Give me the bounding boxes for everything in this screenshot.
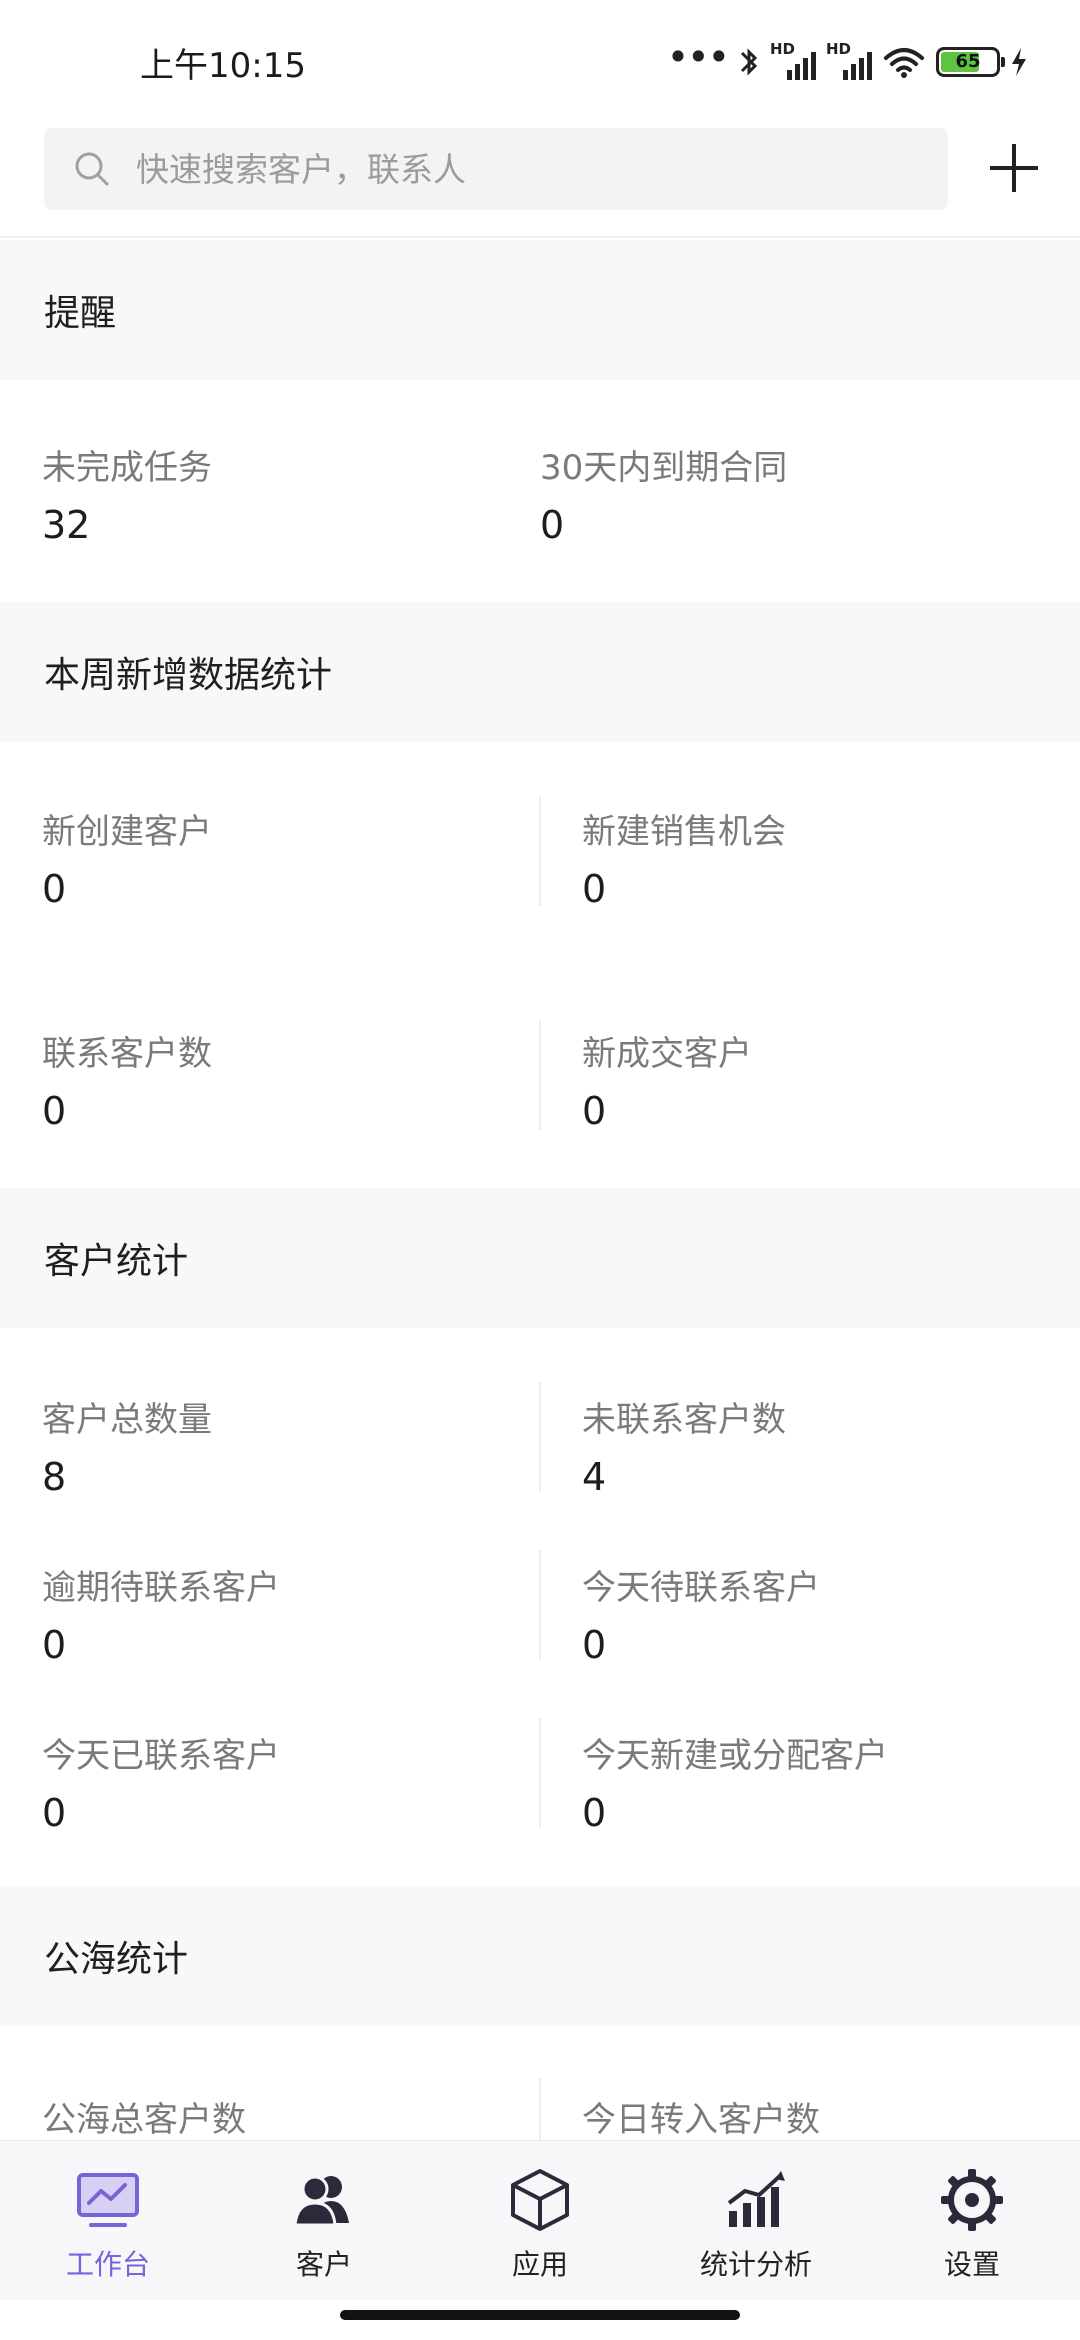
status-time: 上午10:15	[140, 46, 306, 86]
nav-label: 客户	[295, 2248, 352, 2281]
stat-new-opportunities[interactable]: 新建销售机会 0	[582, 804, 786, 911]
section-title: 公海统计	[44, 1939, 189, 1980]
section-title: 本周新增数据统计	[44, 655, 333, 696]
stat-value: 0	[42, 1089, 67, 1133]
stat-value: 32	[42, 503, 91, 547]
bottom-nav: 工作台 客户 应用 统计分析 设置	[0, 2140, 1080, 2300]
stat-label: 新创建客户	[42, 812, 212, 852]
section-header-public-pool: 公海统计	[0, 1886, 1080, 2026]
bar-chart-icon	[727, 2171, 785, 2227]
stat-overdue-contact[interactable]: 逾期待联系客户 0	[42, 1560, 280, 1667]
stat-label: 30天内到期合同	[540, 448, 788, 488]
nav-item-workbench[interactable]: 工作台	[0, 2141, 216, 2300]
search-bar[interactable]	[44, 128, 948, 210]
stat-new-deals[interactable]: 新成交客户 0	[582, 1026, 752, 1133]
battery-icon: 65	[936, 47, 1005, 77]
battery-level: 65	[955, 51, 981, 72]
stat-value: 4	[582, 1455, 607, 1499]
stat-value: 0	[42, 867, 67, 911]
home-indicator[interactable]	[340, 2310, 740, 2320]
nav-label: 工作台	[65, 2248, 150, 2281]
search-icon	[75, 152, 109, 186]
section-header-reminders: 提醒	[0, 240, 1080, 380]
column-divider	[539, 1020, 541, 1130]
stat-label: 今天新建或分配客户	[582, 1736, 888, 1776]
stat-value: 8	[42, 1455, 67, 1499]
column-divider	[539, 2078, 541, 2140]
search-input[interactable]	[136, 149, 896, 189]
stat-label: 客户总数量	[42, 1400, 212, 1440]
stat-label: 逾期待联系客户	[42, 1568, 280, 1608]
nav-item-settings[interactable]: 设置	[864, 2141, 1080, 2300]
stat-unfinished-tasks[interactable]: 未完成任务 32	[42, 440, 212, 547]
stat-today-contacted[interactable]: 今天已联系客户 0	[42, 1728, 280, 1835]
stat-label: 新建销售机会	[582, 812, 786, 852]
nav-item-customers[interactable]: 客户	[216, 2141, 432, 2300]
stat-public-pool-total[interactable]: 公海总客户数	[42, 2092, 246, 2141]
monitor-chart-icon	[77, 2173, 139, 2227]
section-header-customer-stats: 客户统计	[0, 1188, 1080, 1328]
stat-label: 今天已联系客户	[42, 1736, 280, 1776]
status-icons: ••• HD HD 65	[667, 38, 1028, 86]
nav-label: 应用	[511, 2248, 568, 2281]
stat-expiring-contracts[interactable]: 30天内到期合同 0	[540, 440, 787, 547]
home-area	[0, 2300, 1080, 2340]
divider	[0, 236, 1080, 238]
wifi-icon	[884, 48, 924, 78]
stat-value: 0	[42, 1623, 67, 1667]
stat-today-transferred-in[interactable]: 今日转入客户数	[582, 2092, 820, 2141]
stat-value: 0	[42, 1791, 67, 1835]
stat-label: 今天待联系客户	[582, 1568, 820, 1608]
cell-signal-1-icon: HD	[770, 40, 816, 80]
nav-item-analytics[interactable]: 统计分析	[648, 2141, 864, 2300]
status-bar: 上午10:15 ••• HD HD 65	[0, 0, 1080, 120]
section-header-weekly: 本周新增数据统计	[0, 602, 1080, 742]
stat-value: 0	[582, 1089, 607, 1133]
stat-total-customers[interactable]: 客户总数量 8	[42, 1392, 212, 1499]
stat-label: 今日转入客户数	[582, 2100, 820, 2140]
cube-icon	[511, 2169, 569, 2231]
stat-label: 未联系客户数	[582, 1400, 786, 1440]
column-divider	[539, 1550, 541, 1660]
stat-label: 公海总客户数	[42, 2100, 246, 2140]
charging-bolt-icon	[1012, 48, 1026, 76]
column-divider	[539, 1718, 541, 1828]
stat-value: 0	[582, 1791, 607, 1835]
bluetooth-icon	[740, 48, 758, 76]
stat-value: 0	[540, 503, 565, 547]
stat-new-customers[interactable]: 新创建客户 0	[42, 804, 212, 911]
cell-signal-2-icon: HD	[826, 40, 872, 80]
gear-icon	[941, 2169, 1003, 2231]
stat-today-new-or-assigned[interactable]: 今天新建或分配客户 0	[582, 1728, 888, 1835]
section-title: 提醒	[44, 293, 117, 334]
stat-value: 0	[582, 1623, 607, 1667]
stat-uncontacted-customers[interactable]: 未联系客户数 4	[582, 1392, 786, 1499]
section-title: 客户统计	[44, 1241, 189, 1282]
stat-today-to-contact[interactable]: 今天待联系客户 0	[582, 1560, 820, 1667]
stat-label: 联系客户数	[42, 1034, 212, 1074]
column-divider	[539, 796, 541, 906]
stat-label: 未完成任务	[42, 448, 212, 488]
stat-label: 新成交客户	[582, 1034, 752, 1074]
column-divider	[539, 1382, 541, 1492]
people-icon	[293, 2175, 349, 2227]
nav-label: 统计分析	[699, 2248, 812, 2281]
more-dots-icon: •••	[666, 35, 730, 79]
add-icon[interactable]	[986, 140, 1042, 196]
nav-item-apps[interactable]: 应用	[432, 2141, 648, 2300]
stat-value: 0	[582, 867, 607, 911]
stat-contacted-customers[interactable]: 联系客户数 0	[42, 1026, 212, 1133]
nav-label: 设置	[943, 2248, 1000, 2281]
